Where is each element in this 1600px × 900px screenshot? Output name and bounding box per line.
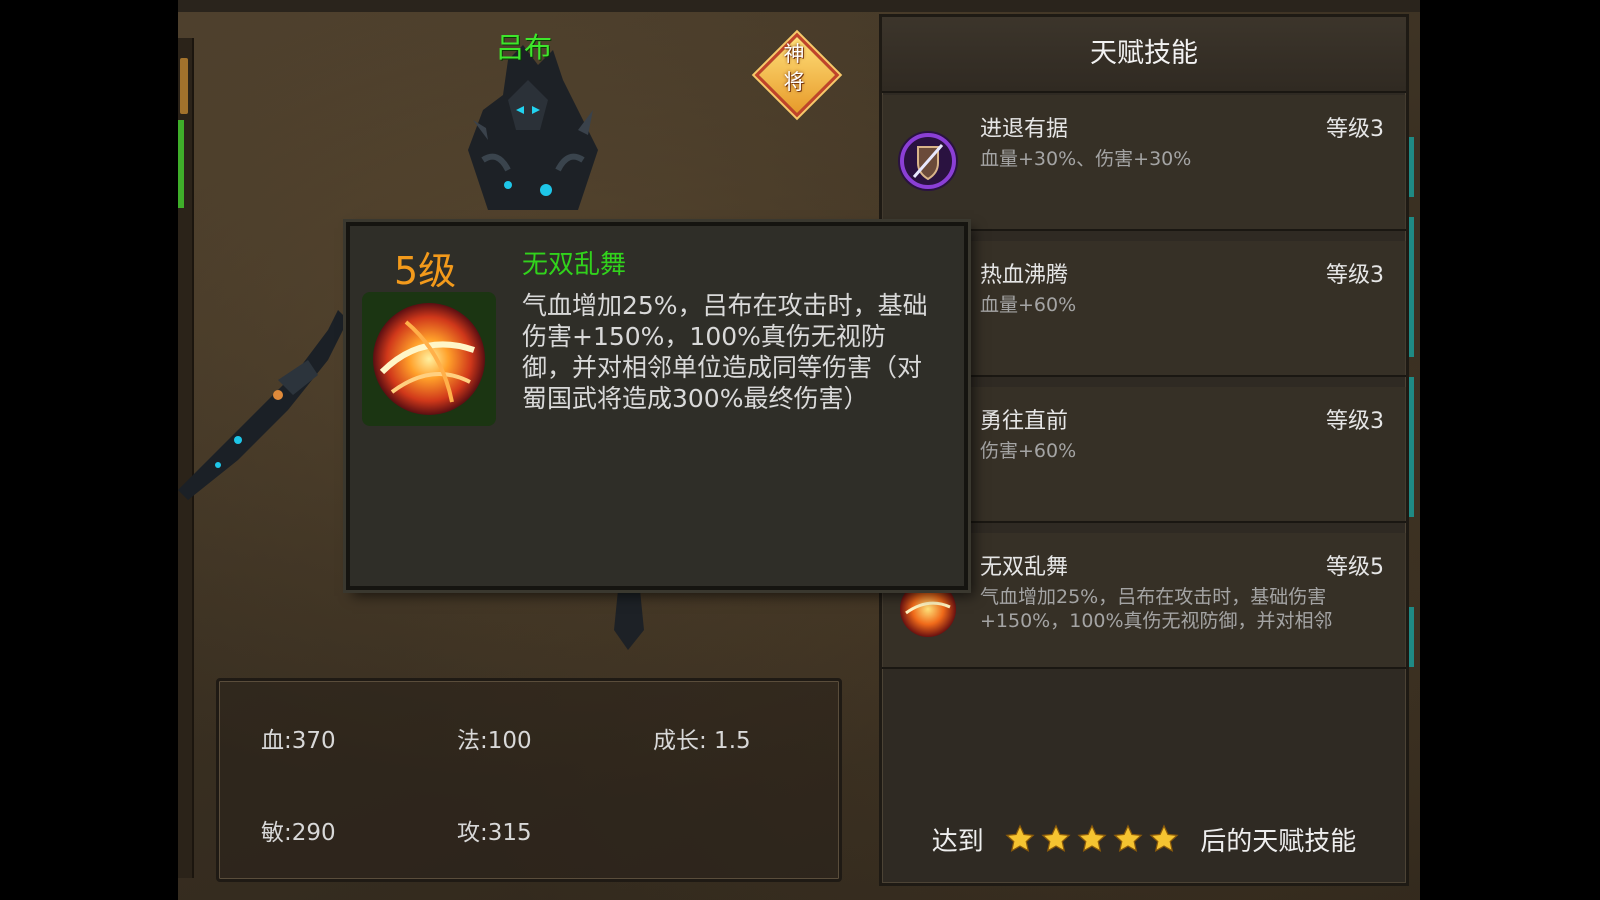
stat-growth: 成长: 1.5: [653, 728, 751, 754]
hero-foot: [614, 590, 644, 650]
scroll-marker: [1409, 377, 1414, 517]
skill-desc: 血量+30%、伤害+30%: [980, 148, 1192, 170]
hero-portrait: [468, 45, 598, 210]
left-tab-indicator: [178, 120, 184, 208]
tooltip-skill-name: 无双乱舞: [522, 250, 627, 280]
tooltip-description: 气血增加25%，吕布在攻击时，基础伤害+150%，100%真伤无视防御，并对相邻…: [522, 291, 928, 413]
scroll-marker: [1409, 137, 1414, 197]
top-bar: [178, 0, 1420, 12]
star-icon: [1149, 824, 1179, 852]
star-icon: [1113, 824, 1143, 852]
fire-orb-icon: [362, 292, 496, 426]
stat-magic: 法:100: [457, 728, 532, 754]
shield-sword-icon: [896, 129, 960, 193]
left-tab-handle[interactable]: [180, 58, 188, 114]
star-requirement: 达到 后的天赋技能: [882, 821, 1406, 861]
skill-level: 等级3: [1326, 263, 1384, 288]
skill-name: 勇往直前: [980, 409, 1069, 434]
hero-weapon: [178, 310, 348, 500]
skill-desc: 气血增加25%，吕布在攻击时，基础伤害+150%，100%真伤无视防御，并对相邻: [980, 586, 1333, 632]
skill-name: 进退有据: [980, 117, 1069, 142]
skill-row[interactable]: 进退有据 等级3 血量+30%、伤害+30%: [882, 95, 1406, 231]
hero-name: 吕布: [496, 31, 553, 64]
stat-agility: 敏:290: [261, 820, 336, 846]
skill-level: 等级3: [1326, 117, 1384, 142]
skill-desc: 伤害+60%: [980, 440, 1077, 462]
requirement-prefix: 达到: [931, 827, 984, 857]
skill-name: 无双乱舞: [980, 555, 1069, 580]
star-icon: [1077, 824, 1107, 852]
star-rating: [1002, 824, 1182, 861]
stat-attack: 攻:315: [457, 820, 532, 846]
skill-name: 热血沸腾: [980, 263, 1069, 288]
skill-desc: 血量+60%: [980, 294, 1077, 316]
stat-blood: 血:370: [261, 728, 336, 754]
scroll-marker: [1409, 217, 1414, 357]
divine-general-badge: 神将: [754, 32, 840, 118]
skill-tooltip: 5级 无双乱舞 气血增加25%，吕布在攻击时，基础伤害+150%，100%真伤无: [346, 222, 968, 590]
hero-stats-panel: 血:370 法:100 成长: 1.5 敏:290 攻:315: [216, 678, 842, 882]
game-screen: 吕布 神将 血:370 法:100 成长: 1.5 敏:290 攻:315 天赋…: [178, 0, 1420, 900]
star-icon: [1041, 824, 1071, 852]
skill-level: 等级3: [1326, 409, 1384, 434]
star-icon: [1005, 824, 1035, 852]
badge-label: 神将: [783, 42, 805, 94]
requirement-suffix: 后的天赋技能: [1200, 827, 1357, 857]
panel-title: 天赋技能: [882, 17, 1406, 93]
skill-level: 等级5: [1326, 555, 1384, 580]
scrollbar-thumb[interactable]: [1409, 607, 1414, 667]
tooltip-level: 5级: [394, 249, 457, 293]
